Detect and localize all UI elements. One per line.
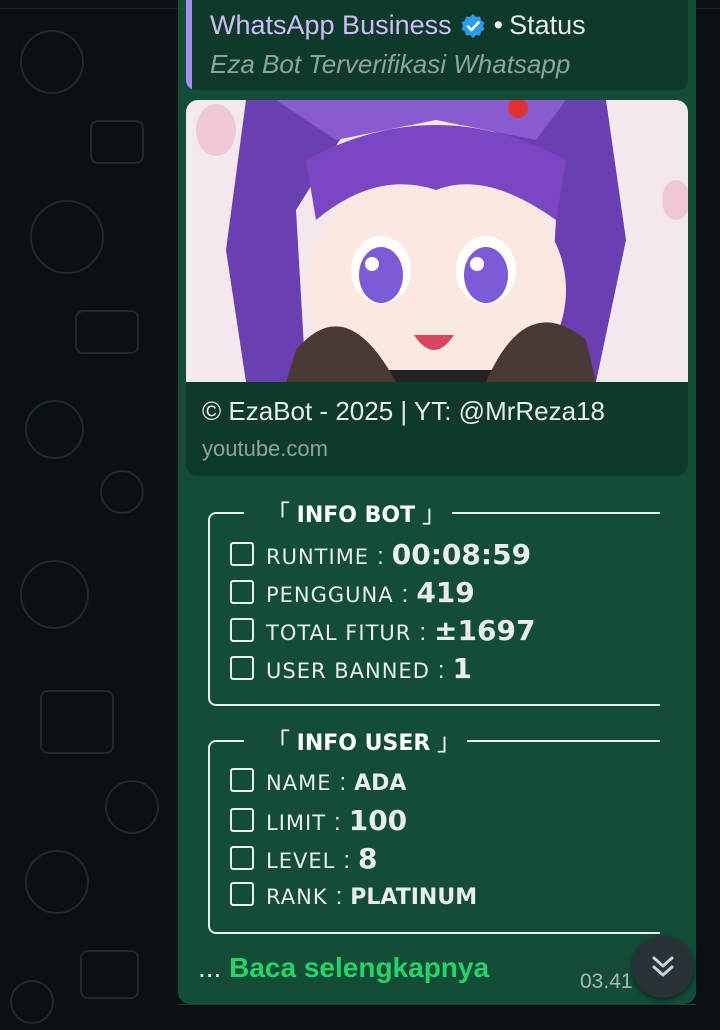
row-colon: : [335, 883, 343, 910]
square-icon [230, 656, 254, 680]
info-row-total-fitur: TOTAL FITUR : ±1697 [230, 614, 535, 647]
double-chevron-down-icon [652, 956, 674, 977]
quoted-status[interactable]: WhatsApp Business • Status Eza Bot Terve… [186, 0, 688, 90]
preview-domain: youtube.com [202, 436, 328, 461]
row-colon: : [377, 543, 384, 570]
heading-text: INFO BOT [296, 503, 416, 528]
info-row-pengguna: PENGGUNA : 419 [230, 576, 475, 609]
info-user-box: 「 INFO USER 」 NAME : ADA LIMIT : 100 LEV… [208, 722, 660, 934]
bubble-divider [178, 1004, 696, 1005]
square-icon [230, 618, 254, 642]
row-value: 00:08:59 [391, 538, 532, 571]
message-bubble[interactable]: WhatsApp Business • Status Eza Bot Terve… [178, 0, 696, 1004]
row-label: RUNTIME [266, 545, 370, 569]
row-label: LEVEL [266, 849, 336, 873]
info-user-heading: 「 INFO USER 」 [260, 722, 468, 757]
square-icon [230, 580, 254, 604]
info-row-name: NAME : ADA [230, 766, 406, 797]
info-row-level: LEVEL : 8 [230, 842, 377, 875]
info-row-runtime: RUNTIME : 00:08:59 [230, 538, 531, 571]
row-label: LIMIT [266, 811, 327, 835]
row-value: ADA [354, 771, 407, 796]
square-icon [230, 768, 254, 792]
message-timestamp: 03.41 [580, 970, 633, 993]
link-preview[interactable]: © EzaBot - 2025 | YT: @MrReza18 youtube.… [186, 100, 688, 476]
info-bot-heading: 「 INFO BOT 」 [260, 494, 452, 529]
row-label: RANK [266, 885, 328, 909]
info-row-rank: RANK : PLATINUM [230, 880, 477, 911]
heading-text: INFO USER [296, 731, 431, 756]
heading-bracket-close: 」 [437, 729, 462, 756]
quote-title-line: WhatsApp Business • Status [210, 10, 586, 41]
info-bot-box: 「 INFO BOT 」 RUNTIME : 00:08:59 PENGGUNA… [208, 494, 660, 706]
row-value: 100 [348, 804, 408, 837]
read-more-link[interactable]: Baca selengkapnya [229, 952, 489, 983]
row-colon: : [339, 769, 347, 796]
row-value: 8 [357, 842, 378, 875]
square-icon [230, 542, 254, 566]
row-colon: : [401, 581, 409, 608]
heading-bracket-close: 」 [421, 501, 446, 528]
read-more-ellipsis: ... [198, 952, 222, 983]
row-label: TOTAL FITUR [266, 621, 412, 645]
scroll-to-bottom-button[interactable] [632, 936, 694, 998]
row-value: 419 [416, 576, 475, 609]
quote-status-label: Status [509, 10, 586, 40]
info-row-limit: LIMIT : 100 [230, 804, 407, 837]
row-label: USER BANNED [266, 659, 430, 683]
quote-accent-bar [186, 0, 192, 90]
square-icon [230, 808, 254, 832]
row-colon: : [343, 847, 350, 874]
square-icon [230, 846, 254, 870]
quote-sender-name: WhatsApp Business [210, 10, 452, 40]
row-label: NAME [266, 771, 332, 795]
row-value: PLATINUM [350, 885, 478, 910]
preview-title: © EzaBot - 2025 | YT: @MrReza18 [202, 396, 605, 426]
verified-badge-icon [461, 13, 485, 38]
heading-bracket-open: 「 [266, 729, 290, 756]
quote-separator: • [493, 10, 504, 40]
square-icon [230, 882, 254, 906]
row-colon: : [419, 619, 427, 646]
row-colon: : [437, 657, 445, 684]
row-label: PENGGUNA [266, 583, 394, 607]
row-value: ±1697 [434, 614, 536, 647]
row-value: 1 [452, 652, 473, 685]
heading-bracket-open: 「 [266, 501, 290, 528]
preview-thumbnail-image [186, 100, 688, 382]
row-colon: : [334, 809, 341, 836]
read-more-line[interactable]: ... Baca selengkapnya [198, 952, 489, 984]
quote-subtitle: Eza Bot Terverifikasi Whatsapp [210, 49, 571, 79]
info-row-user-banned: USER BANNED : 1 [230, 652, 472, 685]
